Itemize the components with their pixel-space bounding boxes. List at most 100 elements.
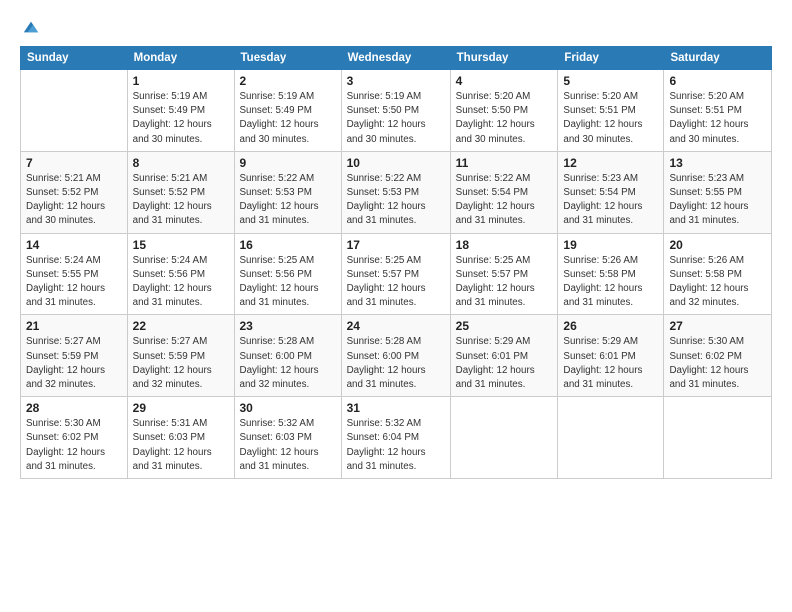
- day-info: Sunrise: 5:19 AM Sunset: 5:50 PM Dayligh…: [347, 90, 445, 147]
- calendar-cell: 22 Sunrise: 5:27 AM Sunset: 5:59 PM Dayli…: [127, 315, 234, 397]
- day-number: 31: [347, 401, 445, 415]
- day-number: 8: [133, 156, 229, 170]
- day-number: 19: [563, 238, 658, 252]
- day-number: 26: [563, 319, 658, 333]
- day-info: Sunrise: 5:23 AM Sunset: 5:54 PM Dayligh…: [563, 172, 658, 229]
- header: [20, 18, 772, 36]
- day-number: 28: [26, 401, 122, 415]
- day-number: 18: [456, 238, 553, 252]
- calendar-cell: 20 Sunrise: 5:26 AM Sunset: 5:58 PM Dayli…: [664, 233, 772, 315]
- day-info: Sunrise: 5:31 AM Sunset: 6:03 PM Dayligh…: [133, 417, 229, 474]
- calendar-cell: 28 Sunrise: 5:30 AM Sunset: 6:02 PM Dayli…: [21, 397, 128, 479]
- weekday-header: Tuesday: [234, 47, 341, 70]
- logo: [20, 18, 40, 36]
- calendar-cell: 4 Sunrise: 5:20 AM Sunset: 5:50 PM Daylig…: [450, 70, 558, 152]
- calendar-cell: 30 Sunrise: 5:32 AM Sunset: 6:03 PM Dayli…: [234, 397, 341, 479]
- calendar-cell: 2 Sunrise: 5:19 AM Sunset: 5:49 PM Daylig…: [234, 70, 341, 152]
- day-info: Sunrise: 5:32 AM Sunset: 6:03 PM Dayligh…: [240, 417, 336, 474]
- day-number: 11: [456, 156, 553, 170]
- calendar-week-row: 14Sunrise: 5:24 AM Sunset: 5:55 PM Dayli…: [21, 233, 772, 315]
- calendar-table: SundayMondayTuesdayWednesdayThursdayFrid…: [20, 46, 772, 479]
- day-number: 4: [456, 74, 553, 88]
- day-number: 9: [240, 156, 336, 170]
- day-info: Sunrise: 5:25 AM Sunset: 5:56 PM Dayligh…: [240, 254, 336, 311]
- day-info: Sunrise: 5:20 AM Sunset: 5:51 PM Dayligh…: [669, 90, 766, 147]
- weekday-header: Thursday: [450, 47, 558, 70]
- calendar-cell: 24 Sunrise: 5:28 AM Sunset: 6:00 PM Dayli…: [341, 315, 450, 397]
- day-number: 7: [26, 156, 122, 170]
- calendar-cell: 6 Sunrise: 5:20 AM Sunset: 5:51 PM Daylig…: [664, 70, 772, 152]
- day-number: 3: [347, 74, 445, 88]
- calendar-cell: 21 Sunrise: 5:27 AM Sunset: 5:59 PM Dayli…: [21, 315, 128, 397]
- calendar-cell: 7 Sunrise: 5:21 AM Sunset: 5:52 PM Daylig…: [21, 151, 128, 233]
- day-info: Sunrise: 5:21 AM Sunset: 5:52 PM Dayligh…: [26, 172, 122, 229]
- day-number: 30: [240, 401, 336, 415]
- day-info: Sunrise: 5:29 AM Sunset: 6:01 PM Dayligh…: [563, 335, 658, 392]
- weekday-header: Sunday: [21, 47, 128, 70]
- calendar-week-row: 21 Sunrise: 5:27 AM Sunset: 5:59 PM Dayli…: [21, 315, 772, 397]
- day-info: Sunrise: 5:28 AM Sunset: 6:00 PM Dayligh…: [347, 335, 445, 392]
- day-number: 12: [563, 156, 658, 170]
- calendar-cell: 1 Sunrise: 5:19 AM Sunset: 5:49 PM Daylig…: [127, 70, 234, 152]
- day-number: 13: [669, 156, 766, 170]
- calendar-cell: 11 Sunrise: 5:22 AM Sunset: 5:54 PM Dayli…: [450, 151, 558, 233]
- day-number: 29: [133, 401, 229, 415]
- day-info: Sunrise: 5:28 AM Sunset: 6:00 PM Dayligh…: [240, 335, 336, 392]
- calendar-cell: 17Sunrise: 5:25 AM Sunset: 5:57 PM Dayli…: [341, 233, 450, 315]
- calendar-cell: 27Sunrise: 5:30 AM Sunset: 6:02 PM Dayli…: [664, 315, 772, 397]
- calendar-cell: 19 Sunrise: 5:26 AM Sunset: 5:58 PM Dayli…: [558, 233, 664, 315]
- day-info: Sunrise: 5:22 AM Sunset: 5:54 PM Dayligh…: [456, 172, 553, 229]
- day-number: 6: [669, 74, 766, 88]
- calendar-cell: 16 Sunrise: 5:25 AM Sunset: 5:56 PM Dayli…: [234, 233, 341, 315]
- weekday-header: Monday: [127, 47, 234, 70]
- calendar-cell: 23 Sunrise: 5:28 AM Sunset: 6:00 PM Dayli…: [234, 315, 341, 397]
- calendar-week-row: 28 Sunrise: 5:30 AM Sunset: 6:02 PM Dayli…: [21, 397, 772, 479]
- day-number: 2: [240, 74, 336, 88]
- day-info: Sunrise: 5:19 AM Sunset: 5:49 PM Dayligh…: [240, 90, 336, 147]
- day-info: Sunrise: 5:20 AM Sunset: 5:50 PM Dayligh…: [456, 90, 553, 147]
- day-info: Sunrise: 5:22 AM Sunset: 5:53 PM Dayligh…: [347, 172, 445, 229]
- day-info: Sunrise: 5:26 AM Sunset: 5:58 PM Dayligh…: [669, 254, 766, 311]
- weekday-header: Wednesday: [341, 47, 450, 70]
- day-info: Sunrise: 5:23 AM Sunset: 5:55 PM Dayligh…: [669, 172, 766, 229]
- day-info: Sunrise: 5:27 AM Sunset: 5:59 PM Dayligh…: [133, 335, 229, 392]
- calendar-header-row: SundayMondayTuesdayWednesdayThursdayFrid…: [21, 47, 772, 70]
- day-number: 23: [240, 319, 336, 333]
- day-info: Sunrise: 5:30 AM Sunset: 6:02 PM Dayligh…: [26, 417, 122, 474]
- day-number: 17: [347, 238, 445, 252]
- calendar-cell: 31Sunrise: 5:32 AM Sunset: 6:04 PM Dayli…: [341, 397, 450, 479]
- day-number: 21: [26, 319, 122, 333]
- calendar-cell: 15 Sunrise: 5:24 AM Sunset: 5:56 PM Dayli…: [127, 233, 234, 315]
- day-number: 16: [240, 238, 336, 252]
- calendar-cell: [664, 397, 772, 479]
- calendar-cell: [558, 397, 664, 479]
- day-info: Sunrise: 5:24 AM Sunset: 5:56 PM Dayligh…: [133, 254, 229, 311]
- day-info: Sunrise: 5:21 AM Sunset: 5:52 PM Dayligh…: [133, 172, 229, 229]
- day-number: 24: [347, 319, 445, 333]
- calendar-week-row: 7 Sunrise: 5:21 AM Sunset: 5:52 PM Daylig…: [21, 151, 772, 233]
- day-number: 15: [133, 238, 229, 252]
- day-info: Sunrise: 5:27 AM Sunset: 5:59 PM Dayligh…: [26, 335, 122, 392]
- calendar-cell: 9 Sunrise: 5:22 AM Sunset: 5:53 PM Daylig…: [234, 151, 341, 233]
- day-info: Sunrise: 5:24 AM Sunset: 5:55 PM Dayligh…: [26, 254, 122, 311]
- day-number: 20: [669, 238, 766, 252]
- calendar-cell: 26 Sunrise: 5:29 AM Sunset: 6:01 PM Dayli…: [558, 315, 664, 397]
- weekday-header: Saturday: [664, 47, 772, 70]
- calendar-cell: 25Sunrise: 5:29 AM Sunset: 6:01 PM Dayli…: [450, 315, 558, 397]
- day-number: 22: [133, 319, 229, 333]
- calendar-cell: 29 Sunrise: 5:31 AM Sunset: 6:03 PM Dayli…: [127, 397, 234, 479]
- day-info: Sunrise: 5:30 AM Sunset: 6:02 PM Dayligh…: [669, 335, 766, 392]
- day-info: Sunrise: 5:26 AM Sunset: 5:58 PM Dayligh…: [563, 254, 658, 311]
- calendar-cell: 8 Sunrise: 5:21 AM Sunset: 5:52 PM Daylig…: [127, 151, 234, 233]
- day-info: Sunrise: 5:20 AM Sunset: 5:51 PM Dayligh…: [563, 90, 658, 147]
- day-number: 25: [456, 319, 553, 333]
- day-info: Sunrise: 5:25 AM Sunset: 5:57 PM Dayligh…: [456, 254, 553, 311]
- day-info: Sunrise: 5:22 AM Sunset: 5:53 PM Dayligh…: [240, 172, 336, 229]
- calendar-cell: 3 Sunrise: 5:19 AM Sunset: 5:50 PM Daylig…: [341, 70, 450, 152]
- logo-icon: [22, 18, 40, 36]
- weekday-header: Friday: [558, 47, 664, 70]
- day-info: Sunrise: 5:19 AM Sunset: 5:49 PM Dayligh…: [133, 90, 229, 147]
- day-number: 1: [133, 74, 229, 88]
- page: SundayMondayTuesdayWednesdayThursdayFrid…: [0, 0, 792, 612]
- calendar-cell: 13 Sunrise: 5:23 AM Sunset: 5:55 PM Dayli…: [664, 151, 772, 233]
